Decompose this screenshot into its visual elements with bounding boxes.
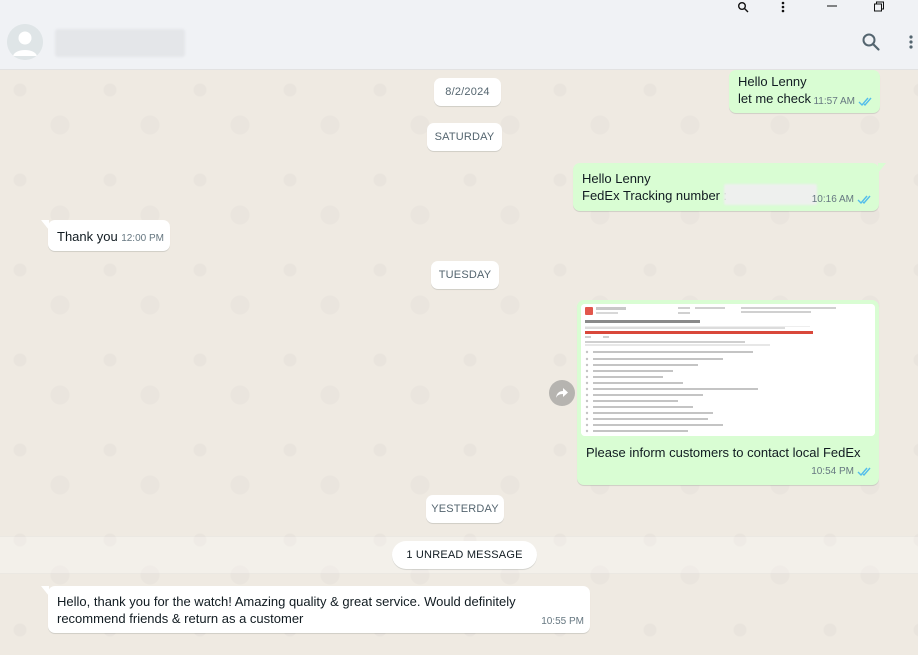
default-avatar-icon: [7, 24, 43, 60]
more-icon[interactable]: [777, 0, 789, 14]
date-chip: 8/2/2024: [434, 78, 501, 106]
forward-button[interactable]: [549, 380, 575, 406]
message-time: 10:16 AM: [811, 194, 854, 205]
read-receipt-icon: [857, 195, 871, 205]
outgoing-image-message[interactable]: Please inform customers to contact local…: [577, 300, 879, 485]
incoming-message[interactable]: Hello, thank you for the watch! Amazing …: [41, 586, 590, 633]
forward-icon: [556, 388, 568, 398]
date-chip: TUESDAY: [431, 261, 499, 289]
minimize-icon[interactable]: [825, 0, 839, 14]
message-meta: 10:54 PM: [811, 463, 873, 480]
tracking-number-redacted: [724, 184, 817, 205]
message-line: Hello Lenny: [582, 171, 651, 186]
message-time: 11:57 AM: [813, 96, 855, 107]
restore-icon[interactable]: [872, 0, 886, 14]
message-meta: 10:55 PM: [541, 613, 584, 630]
incoming-message[interactable]: Thank you 12:00 PM: [41, 220, 170, 251]
message-time: 10:55 PM: [541, 616, 584, 627]
date-chip: SATURDAY: [427, 123, 502, 151]
message-meta: 12:00 PM: [121, 230, 164, 247]
screenshot-graphic: [581, 304, 875, 436]
message-meta: 10:16 AM: [812, 191, 873, 208]
contact-name-redacted[interactable]: [55, 29, 185, 57]
window-titlebar: [0, 0, 918, 20]
outgoing-message[interactable]: Hello Lenny FedEx Tracking number : 10:1…: [573, 163, 886, 211]
outgoing-message[interactable]: Hello Lenny let me check 11:57 AM: [729, 70, 880, 113]
zoom-icon[interactable]: [736, 0, 750, 14]
message-meta: 11:57 AM: [813, 93, 874, 110]
search-icon[interactable]: [859, 30, 883, 54]
message-text: Hello Lenny let me check: [738, 74, 811, 106]
menu-icon[interactable]: [903, 30, 918, 54]
chat-header: [0, 20, 918, 70]
message-text: Hello, thank you for the watch! Amazing …: [57, 594, 516, 626]
unread-messages-chip: 1 UNREAD MESSAGE: [392, 541, 537, 569]
read-receipt-icon: [858, 97, 872, 107]
message-line: FedEx Tracking number :: [582, 188, 728, 203]
date-chip: YESTERDAY: [426, 495, 504, 523]
message-time: 10:54 PM: [811, 466, 854, 477]
message-text: Thank you: [57, 229, 118, 244]
message-time: 12:00 PM: [121, 233, 164, 244]
image-caption: Please inform customers to contact local…: [586, 445, 861, 460]
read-receipt-icon: [857, 467, 871, 477]
tracking-screenshot-image[interactable]: [581, 304, 875, 436]
avatar[interactable]: [7, 24, 43, 60]
